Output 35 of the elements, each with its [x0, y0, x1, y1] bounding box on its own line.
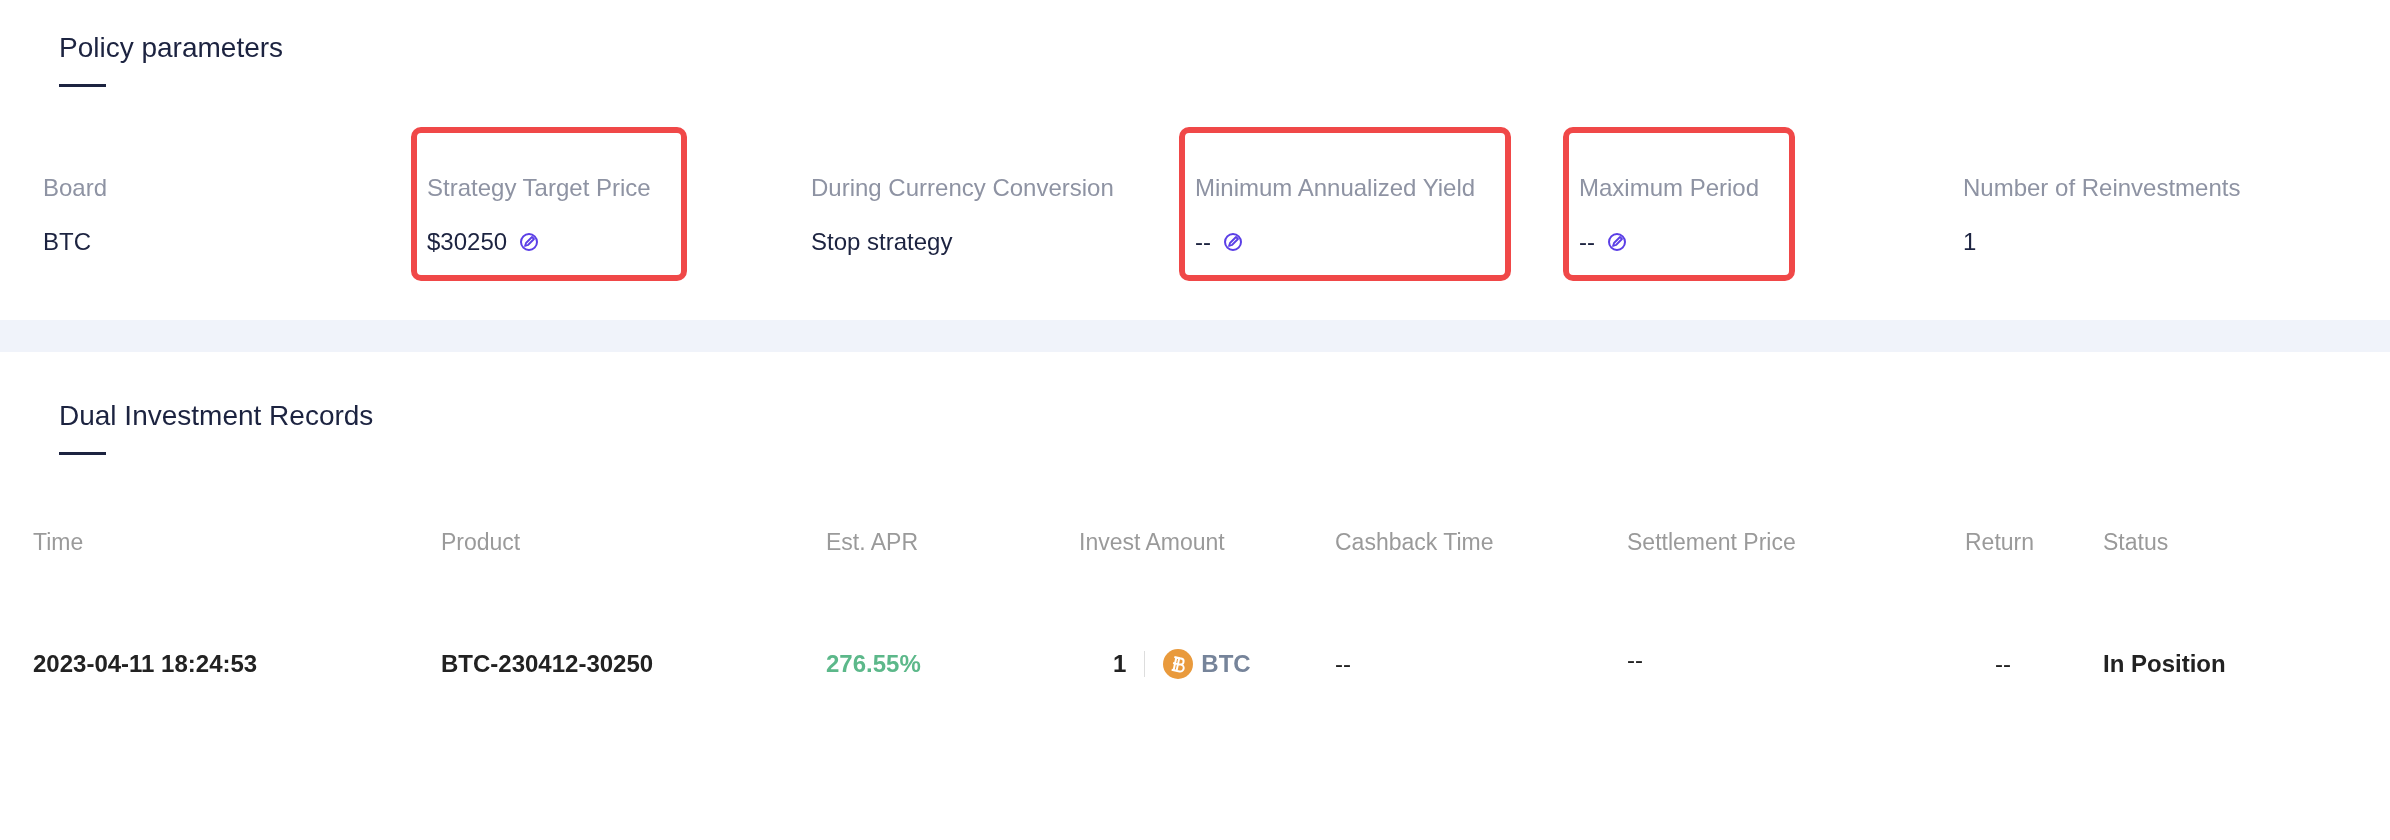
param-value: 1	[1963, 227, 1977, 257]
param-value: Stop strategy	[811, 227, 953, 257]
section-title: Policy parameters	[59, 31, 284, 65]
param-value: BTC	[43, 227, 91, 257]
column-header: Settlement Price	[1627, 529, 1796, 555]
param-label: Maximum Period	[1579, 173, 1760, 203]
table-cell: BTC-230412-30250	[441, 650, 654, 677]
column-header: Est. APR	[826, 529, 919, 555]
section-title: Dual Investment Records	[59, 399, 374, 433]
param-value: $30250	[427, 227, 508, 257]
edit-icon[interactable]	[1223, 232, 1243, 252]
param-label: Number of Reinvestments	[1963, 173, 2241, 203]
column-header: Status	[2103, 529, 2169, 555]
param-label: Strategy Target Price	[427, 173, 651, 203]
column-header: Invest Amount	[1079, 529, 1225, 555]
table-cell: 276.55%	[826, 650, 921, 677]
bitcoin-icon	[1163, 649, 1194, 679]
table-cell: In Position	[2103, 650, 2226, 677]
edit-icon[interactable]	[519, 232, 540, 252]
param-label: Board	[43, 173, 108, 203]
edit-icon[interactable]	[1607, 232, 1627, 252]
column-header: Return	[1965, 529, 2035, 555]
param-label: Minimum Annualized Yield	[1195, 173, 1476, 203]
column-header: Cashback Time	[1335, 529, 1494, 555]
param-value: --	[1579, 227, 1595, 257]
param-value: --	[1195, 227, 1211, 257]
table-cell: --	[1627, 646, 1643, 673]
param-label: During Currency Conversion	[811, 173, 1114, 203]
column-header: Product	[441, 529, 521, 555]
table-cell: --	[1995, 650, 2011, 677]
currency-label: BTC	[1201, 649, 1251, 679]
column-header: Time	[33, 529, 84, 555]
table-cell: 1	[1113, 649, 1127, 679]
table-cell: 2023-04-11 18:24:53	[33, 650, 258, 677]
table-cell: --	[1335, 650, 1351, 677]
